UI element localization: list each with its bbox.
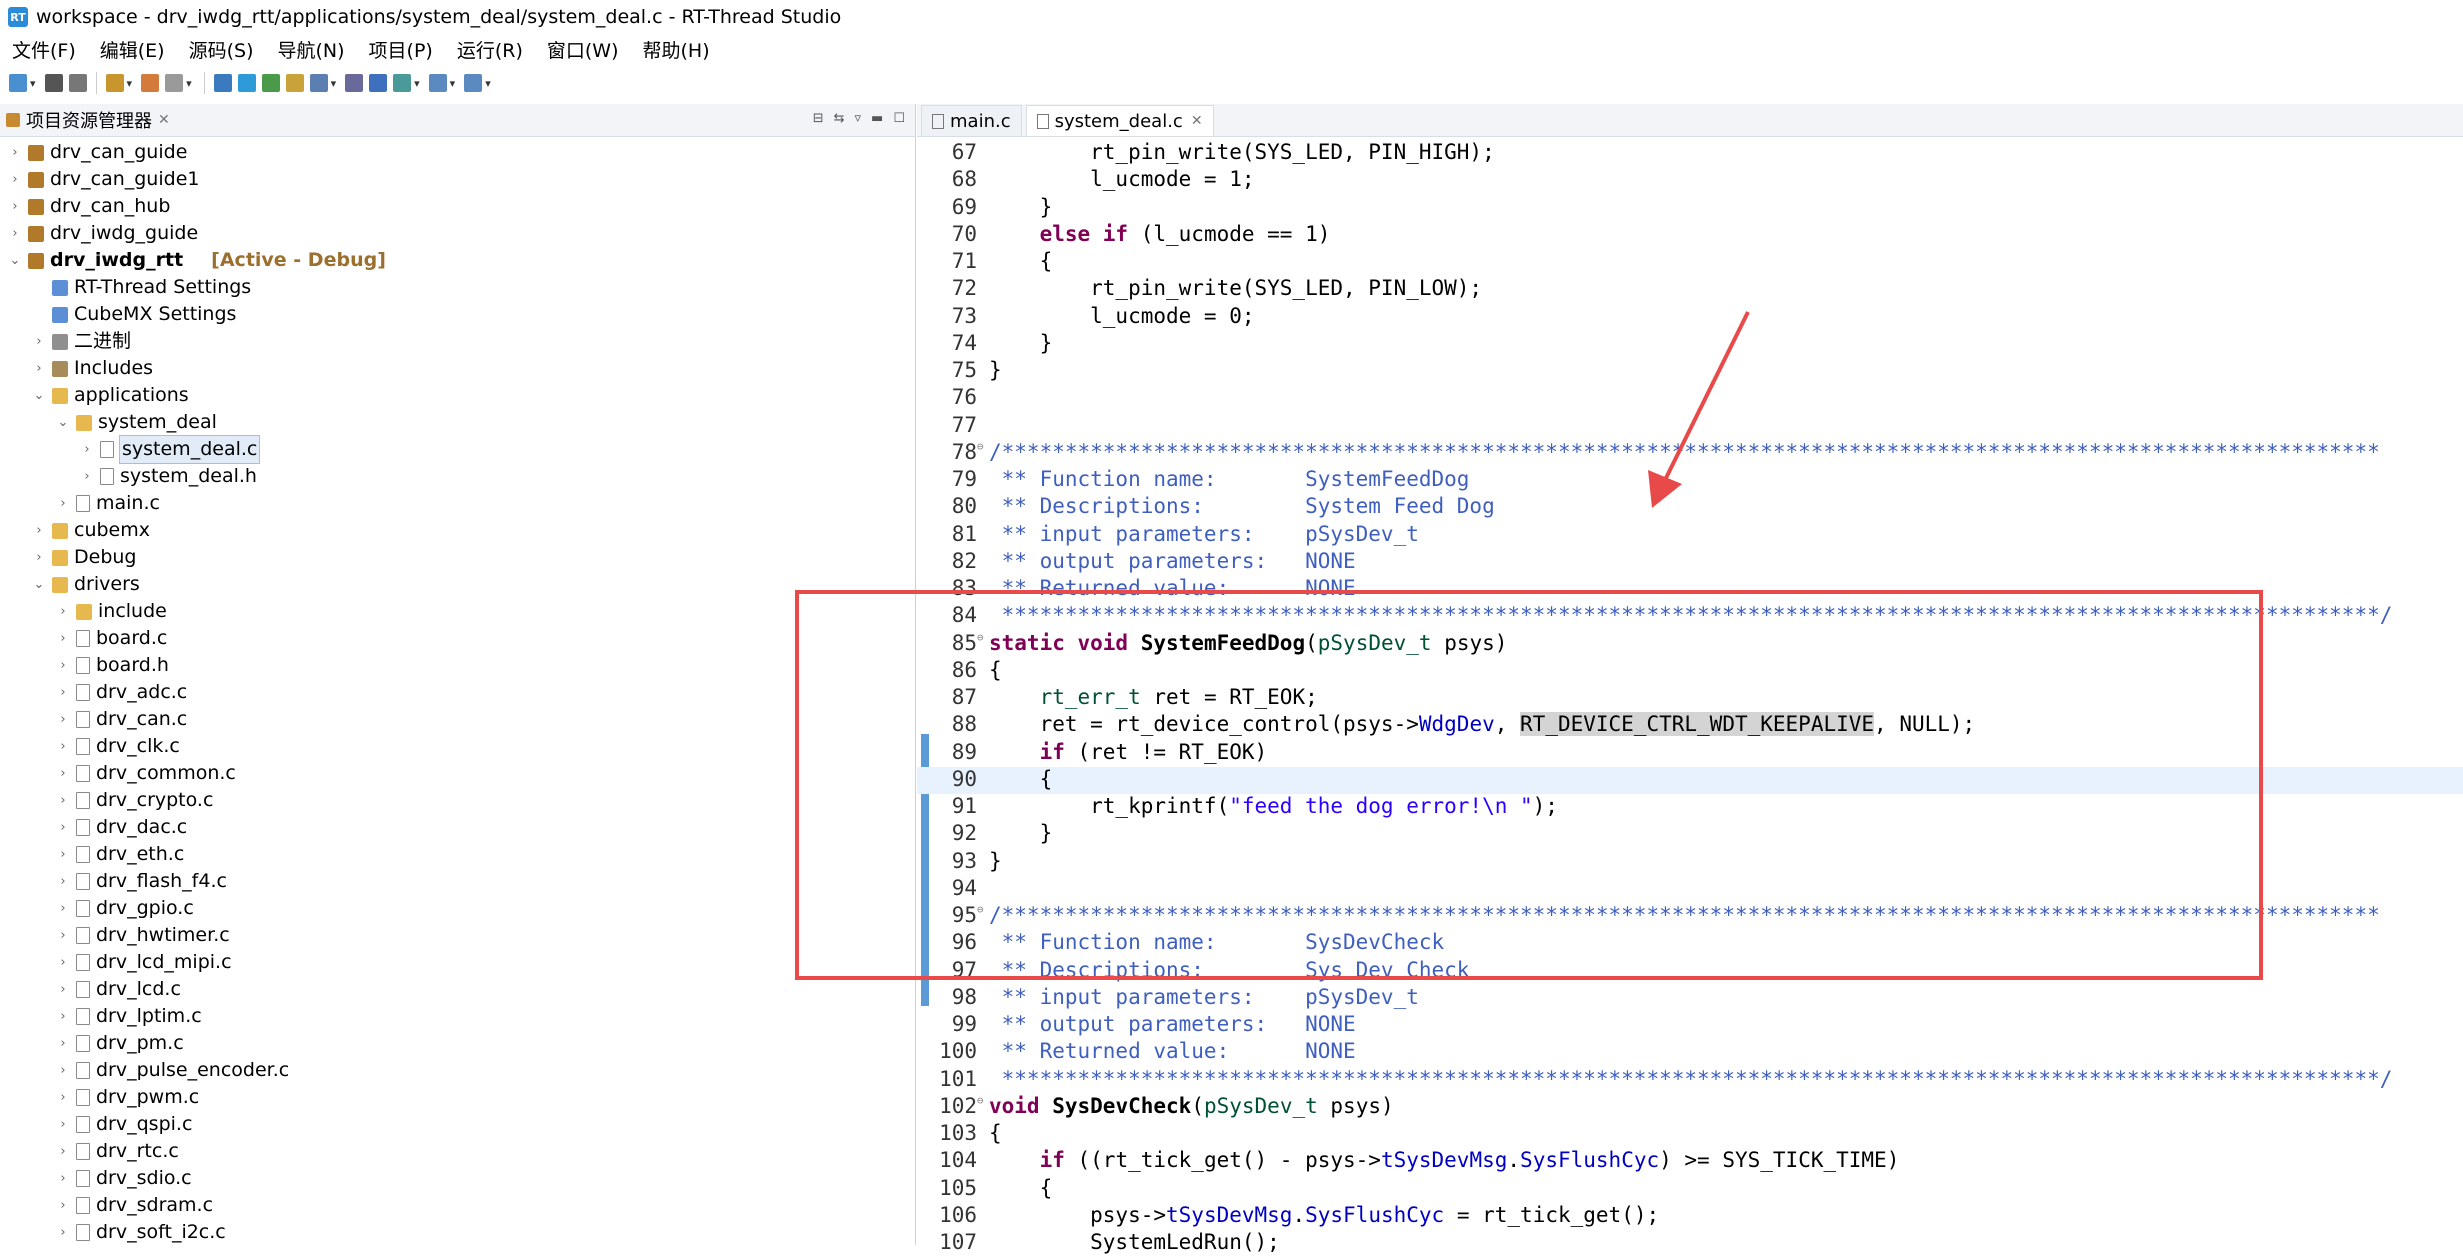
annotation-arrow <box>1648 311 1750 508</box>
